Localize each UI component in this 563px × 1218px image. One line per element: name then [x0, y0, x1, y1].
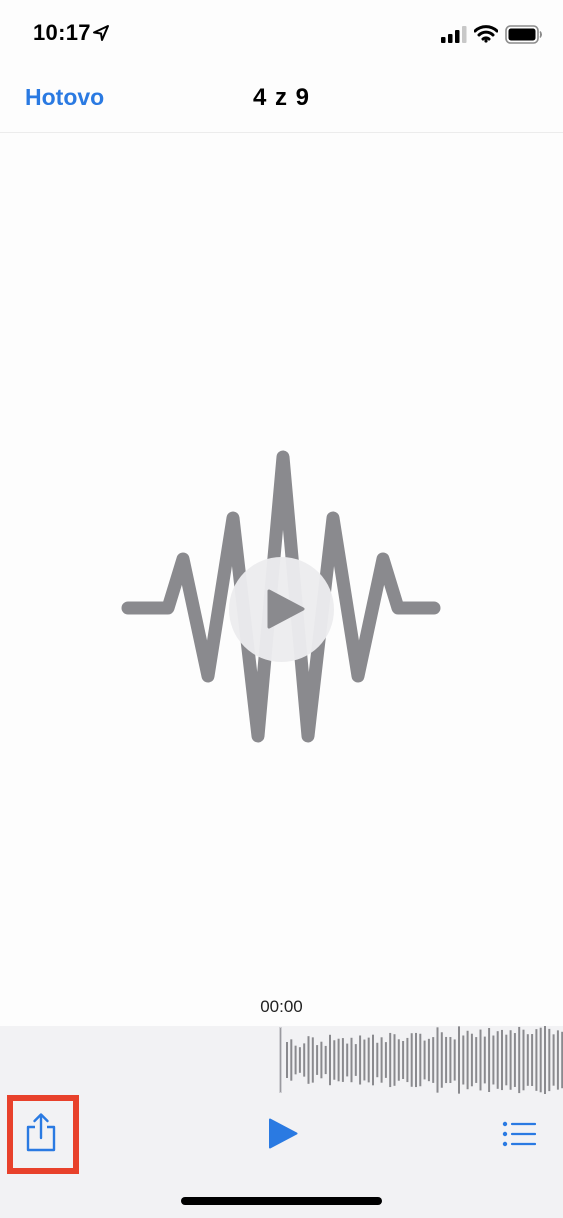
cellular-signal-icon — [441, 26, 467, 43]
play-icon — [267, 589, 305, 629]
waveform-scrubber[interactable] — [277, 1026, 563, 1094]
status-time: 10:17 — [33, 20, 91, 45]
status-bar: 10:17 — [0, 0, 563, 68]
battery-icon — [505, 25, 542, 44]
location-arrow-icon — [93, 25, 109, 41]
list-icon[interactable] — [502, 1121, 536, 1147]
navigation-bar: Hotovo 4 z 9 — [0, 68, 563, 133]
play-overlay-button[interactable] — [229, 557, 334, 662]
page-title: 4 z 9 — [252, 84, 311, 111]
current-time-label: 00:00 — [260, 997, 303, 1016]
play-button[interactable] — [268, 1118, 298, 1149]
home-indicator — [181, 1197, 382, 1205]
share-icon[interactable] — [25, 1112, 57, 1152]
playhead-handle[interactable] — [279, 1027, 282, 1093]
wifi-icon — [474, 25, 498, 43]
